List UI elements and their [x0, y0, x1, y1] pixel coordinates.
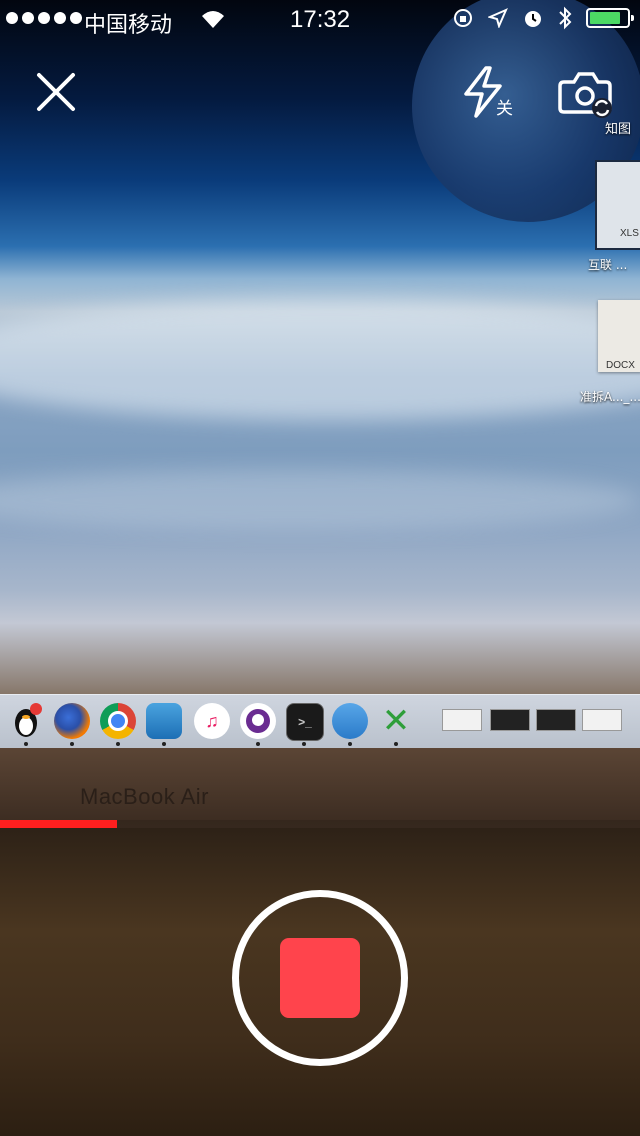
dock-indicator [116, 742, 120, 746]
dock-window-thumbnail [442, 709, 482, 731]
flash-state-label: 关 [496, 99, 513, 119]
recording-progress-fill [0, 820, 118, 828]
dock-indicator [348, 742, 352, 746]
close-icon [37, 73, 75, 111]
stop-icon [280, 938, 360, 1018]
switch-camera-button[interactable] [556, 66, 616, 122]
camera-viewfinder: 知图 XLS 互联 ... DOCX 准拆A..._... ♫ >_ ✕ Mac… [0, 0, 640, 820]
dock-indicator [302, 742, 306, 746]
dock-indicator [24, 742, 28, 746]
status-bar: 中国移动 17:32 [0, 0, 640, 40]
xcode-icon [146, 703, 182, 739]
desktop-file-label: 准拆A..._... [580, 390, 640, 404]
location-icon [488, 8, 508, 28]
earth-atmosphere [0, 300, 640, 420]
dock-window-thumbnail [536, 709, 576, 731]
status-indicators [452, 6, 634, 30]
cloud-band [0, 470, 640, 530]
battery-level-fill [590, 12, 620, 24]
qq-penguin-icon [8, 703, 44, 739]
x-app-icon: ✕ [381, 702, 411, 740]
dock-indicator [394, 742, 398, 746]
chrome-icon [100, 703, 136, 739]
dock-indicator [162, 742, 166, 746]
music-icon: ♫ [194, 703, 230, 739]
bluetooth-icon [559, 6, 572, 30]
orientation-lock-icon [454, 9, 472, 27]
editor-icon [332, 703, 368, 739]
github-icon [240, 703, 276, 739]
close-button[interactable] [30, 66, 82, 118]
laptop-brand-label: MacBook Air [80, 784, 209, 809]
desktop-file-extension: DOCX [606, 360, 635, 371]
mac-dock: ♫ >_ ✕ [0, 694, 640, 749]
clock-time: 17:32 [290, 6, 351, 33]
terminal-icon: >_ [286, 703, 324, 741]
battery-icon [586, 8, 634, 28]
switch-camera-icon [558, 72, 612, 118]
recording-progress-bar [0, 820, 640, 828]
dock-indicator [256, 742, 260, 746]
dock-window-thumbnail [582, 709, 622, 731]
carrier-name: 中国移动 [84, 13, 173, 38]
desktop-file-label: 互联 ... [588, 258, 628, 272]
stop-recording-button[interactable] [232, 890, 408, 1066]
signal-strength-icon [6, 12, 82, 24]
flash-toggle-button[interactable]: 关 [460, 64, 520, 124]
wifi-icon [202, 11, 224, 28]
dock-window-thumbnail [490, 709, 530, 731]
alarm-icon [525, 11, 541, 27]
desktop-file-extension: XLS [620, 228, 639, 239]
dock-indicator [70, 742, 74, 746]
firefox-icon [54, 703, 90, 739]
